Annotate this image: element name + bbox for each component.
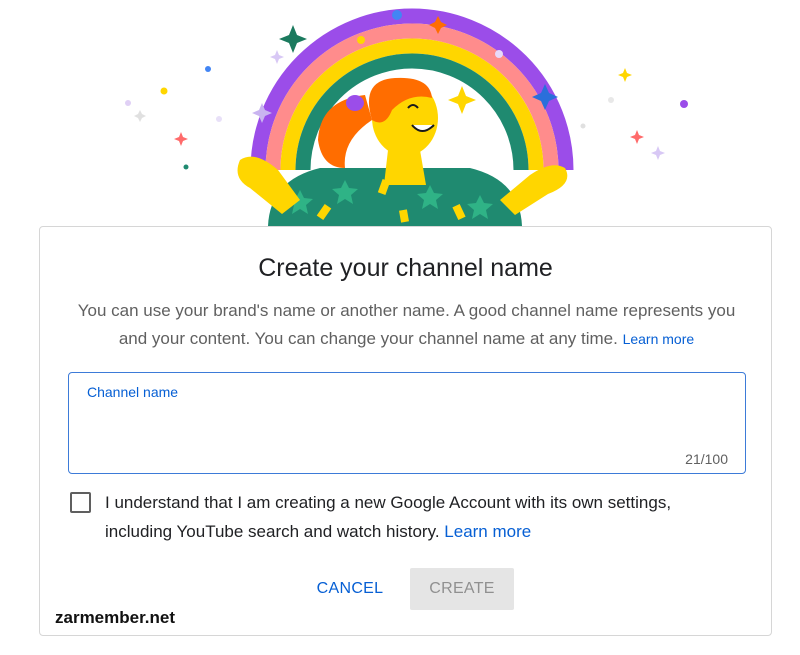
character-counter: 21/100 [685, 451, 728, 467]
cancel-button[interactable]: CANCEL [306, 568, 394, 610]
create-channel-dialog: Create your channel name You can use you… [39, 226, 772, 636]
acknowledgement-checkbox[interactable] [70, 492, 91, 513]
acknowledgement-learn-more-link[interactable]: Learn more [444, 522, 531, 541]
watermark-text: zarmember.net [55, 608, 175, 627]
rainbow-celebration-illustration [125, 8, 688, 226]
dialog-description: You can use your brand's name or another… [70, 297, 743, 353]
channel-name-label: Channel name [87, 384, 179, 400]
dialog-title: Create your channel name [258, 254, 553, 282]
description-learn-more-link[interactable]: Learn more [623, 331, 695, 347]
channel-name-input[interactable] [87, 409, 721, 435]
channel-name-field[interactable]: Channel name 21/100 [68, 372, 746, 474]
acknowledgement-text: I understand that I am creating a new Go… [105, 488, 735, 546]
create-button[interactable]: CREATE [410, 568, 514, 610]
acknowledgement-label: I understand that I am creating a new Go… [105, 493, 672, 541]
